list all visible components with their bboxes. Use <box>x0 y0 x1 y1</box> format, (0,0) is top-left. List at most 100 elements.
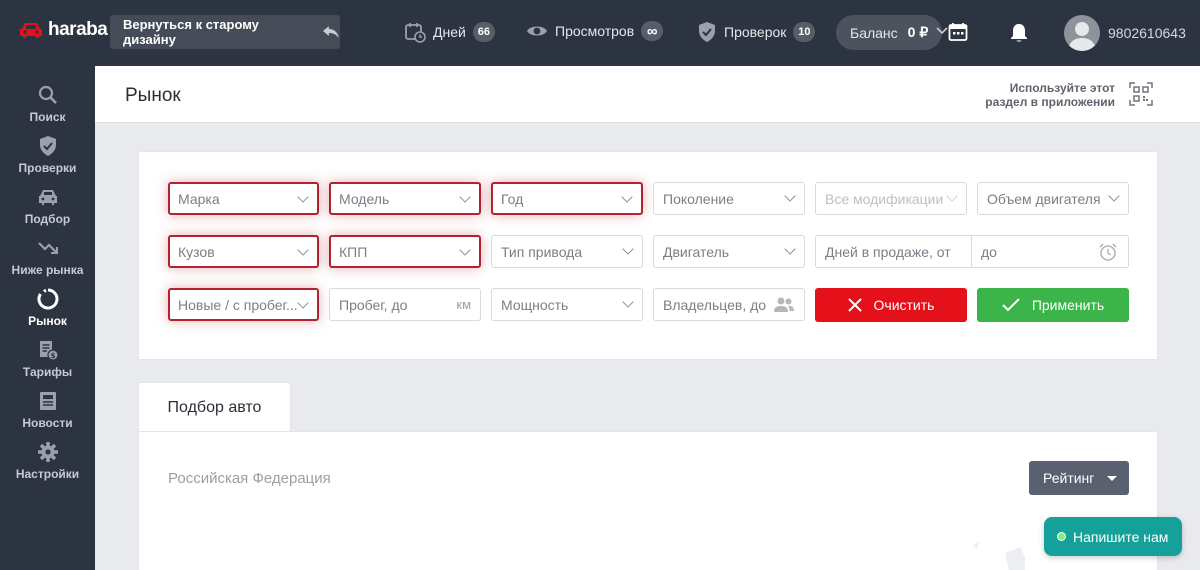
tariffs-icon: $ <box>39 341 59 361</box>
generation-select[interactable]: Поколение <box>653 182 805 215</box>
sidebar-item-search[interactable]: Поиск <box>0 84 95 124</box>
alarm-clock-icon <box>1099 243 1117 261</box>
sidebar-item-tariffs[interactable]: $ Тарифы <box>0 339 95 379</box>
car-logo-icon <box>20 23 42 38</box>
mileage-input[interactable]: Пробег, до км <box>329 288 481 321</box>
qr-code-icon[interactable] <box>1129 82 1153 106</box>
days-from-placeholder: Дней в продаже, от <box>825 243 951 260</box>
rating-sort-button[interactable]: Рейтинг <box>1029 461 1129 495</box>
brand-select-label: Марка <box>178 190 220 207</box>
search-icon <box>38 85 57 104</box>
owners-input[interactable]: Владельцев, до <box>653 288 805 321</box>
calendar-icon[interactable] <box>948 22 968 42</box>
tab-car-selection[interactable]: Подбор авто <box>138 382 291 432</box>
body-select[interactable]: Кузов <box>168 235 319 268</box>
shield-check-icon <box>699 22 715 42</box>
shield-check-icon <box>39 136 56 156</box>
modification-select[interactable]: Все модификации <box>815 182 967 215</box>
chevron-down-icon <box>784 190 796 202</box>
sidebar-item-market[interactable]: Рынок <box>0 288 95 328</box>
views-label: Просмотров <box>555 23 635 39</box>
brand-logo[interactable]: haraba <box>18 19 108 41</box>
sidebar-item-label: Поиск <box>29 110 66 124</box>
avatar[interactable] <box>1064 15 1100 51</box>
chevron-down-icon <box>784 243 796 255</box>
user-id[interactable]: 9802610643 <box>1108 25 1186 41</box>
content-panel: Российская Федерация Рейтинг <box>138 431 1158 570</box>
page-header: Рынок Используйте этот раздел в приложен… <box>95 66 1200 123</box>
chat-button[interactable]: Напишите нам <box>1044 517 1182 556</box>
chevron-down-icon <box>459 191 471 203</box>
sidebar-item-below-market[interactable]: Ниже рынка <box>0 237 95 277</box>
user-silhouette-icon <box>1068 22 1096 51</box>
checks-label: Проверок <box>724 24 787 40</box>
tab-label: Подбор авто <box>167 398 262 416</box>
gear-icon <box>37 442 58 462</box>
condition-select[interactable]: Новые / с пробег... <box>168 288 319 321</box>
balance-pill[interactable]: Баланс 0 ₽ <box>836 15 942 50</box>
drive-select-label: Тип привода <box>501 243 583 260</box>
engine-volume-select[interactable]: Объем двигателя <box>977 182 1129 215</box>
chevron-down-icon[interactable] <box>936 26 948 36</box>
days-from-input[interactable]: Дней в продаже, от <box>815 235 972 268</box>
chevron-down-icon <box>297 244 309 256</box>
close-icon <box>847 298 862 312</box>
clear-button-label: Очистить <box>873 297 935 313</box>
app-note-line1: Используйте этот <box>1009 81 1115 95</box>
calendar-clock-icon <box>405 23 426 43</box>
sidebar-item-news[interactable]: Новости <box>0 390 95 430</box>
checks-stat[interactable]: Проверок 10 <box>697 21 816 43</box>
model-select[interactable]: Модель <box>329 182 481 215</box>
market-icon <box>37 288 58 310</box>
sidebar-item-label: Подбор <box>24 212 71 226</box>
drive-select[interactable]: Тип привода <box>491 235 643 268</box>
days-to-input[interactable]: до <box>971 235 1129 268</box>
power-select[interactable]: Мощность <box>491 288 643 321</box>
year-select-label: Год <box>501 190 524 207</box>
days-stat[interactable]: Дней 66 <box>404 21 495 43</box>
views-count-badge: ∞ <box>641 21 664 41</box>
sidebar-item-selection[interactable]: Подбор <box>0 186 95 226</box>
balance-value: 0 ₽ <box>907 24 929 40</box>
app-note-line2: раздел в приложении <box>985 95 1115 109</box>
chevron-down-icon <box>459 244 471 256</box>
apply-button[interactable]: Применить <box>977 288 1129 322</box>
brand-select[interactable]: Марка <box>168 182 319 215</box>
sidebar-item-label: Рынок <box>28 314 67 328</box>
mileage-unit: км <box>456 297 471 312</box>
sidebar-item-label: Ниже рынка <box>11 263 84 277</box>
chevron-down-icon <box>1108 190 1120 202</box>
car-icon <box>38 190 57 205</box>
chat-button-label: Напишите нам <box>1073 528 1169 545</box>
days-label: Дней <box>433 24 466 40</box>
body-select-label: Кузов <box>178 243 215 260</box>
undo-arrow-icon <box>323 26 340 38</box>
check-icon <box>1002 298 1020 312</box>
sidebar-item-checks[interactable]: Проверки <box>0 135 95 175</box>
apply-button-label: Применить <box>1031 297 1105 313</box>
back-to-old-design-button[interactable]: Вернуться к старому дизайну <box>110 15 340 49</box>
chevron-down-icon <box>297 191 309 203</box>
sidebar-item-label: Новости <box>22 416 73 430</box>
back-button-label: Вернуться к старому дизайну <box>123 17 259 47</box>
caret-down-icon <box>1107 476 1117 481</box>
clear-button[interactable]: Очистить <box>815 288 967 322</box>
sidebar-item-label: Настройки <box>15 467 80 481</box>
page-title: Рынок <box>125 85 181 106</box>
online-indicator-icon <box>1057 532 1066 541</box>
chevron-down-icon <box>946 190 958 202</box>
views-stat[interactable]: Просмотров ∞ <box>526 21 664 41</box>
bell-icon[interactable] <box>1010 23 1028 43</box>
sidebar-item-settings[interactable]: Настройки <box>0 441 95 481</box>
year-select[interactable]: Год <box>491 182 643 215</box>
power-select-label: Мощность <box>501 296 569 313</box>
app-note: Используйте этот раздел в приложении <box>975 81 1115 109</box>
gearbox-select[interactable]: КПП <box>329 235 481 268</box>
sidebar-item-label: Проверки <box>18 161 77 175</box>
engine-select[interactable]: Двигатель <box>653 235 805 268</box>
chevron-down-icon <box>621 191 633 203</box>
region-label: Российская Федерация <box>168 470 331 487</box>
news-icon <box>39 392 56 410</box>
balance-label: Баланс <box>850 24 898 41</box>
map-fragment <box>973 542 1025 570</box>
